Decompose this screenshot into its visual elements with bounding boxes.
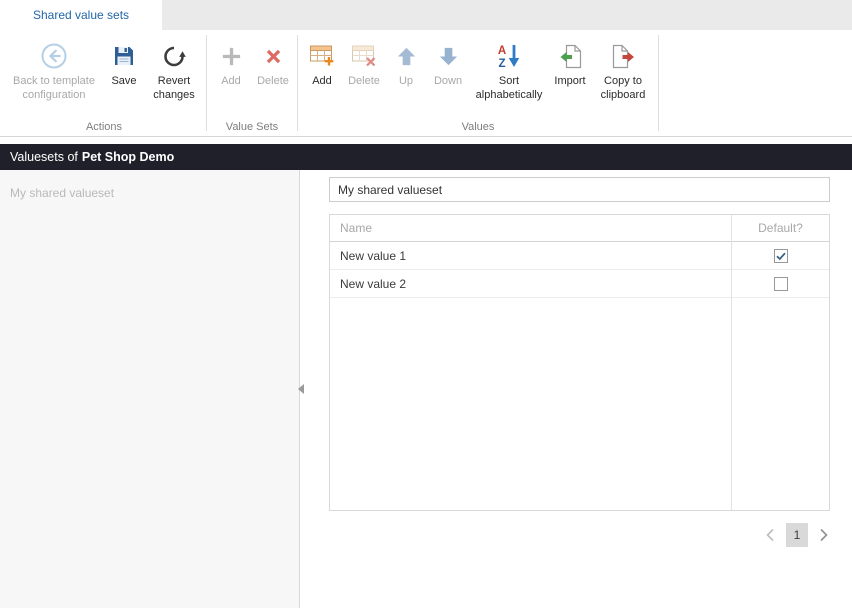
valueset-title-bar: Valuesets of Pet Shop Demo [0,144,852,170]
save-icon [112,39,136,73]
save-button[interactable]: Save [103,34,145,89]
sort-az-icon: A Z [495,39,523,73]
prev-page-icon[interactable] [764,527,777,543]
button-label: Back to template configuration [8,75,100,103]
table-delete-icon [351,39,377,73]
copy-clipboard-icon [611,39,636,73]
svg-text:Z: Z [498,58,505,69]
valueset-delete-button[interactable]: Delete [252,34,294,89]
button-label: Sort alphabetically [472,75,546,103]
check-icon [775,250,787,262]
ribbon: Back to template configuration Save [0,30,852,137]
value-row[interactable]: New value 2 [330,270,829,298]
plus-icon [220,39,243,73]
svg-text:A: A [498,45,506,57]
x-icon [262,39,285,73]
pagination: 1 [329,523,830,547]
import-button[interactable]: Import [549,34,591,89]
revert-changes-button[interactable]: Revert changes [145,34,203,103]
value-name-cell: New value 2 [330,277,732,291]
value-name-cell: New value 1 [330,249,732,263]
ribbon-group-values: Add Delete [298,30,658,136]
value-row[interactable]: New value 1 [330,242,829,270]
back-circle-icon [40,39,68,73]
button-label: Add [312,75,332,89]
table-header-row: Name Default? [330,215,829,242]
arrow-down-icon [437,39,460,73]
back-to-template-configuration-button[interactable]: Back to template configuration [5,34,103,103]
button-label: Save [111,75,136,89]
ribbon-group-label-actions: Actions [2,121,206,133]
button-label: Copy to clipboard [594,75,652,103]
content-area: My shared valueset Name Default? New val… [0,170,852,608]
values-table: Name Default? New value 1 New value 2 [329,214,830,511]
table-add-icon [309,39,335,73]
title-project-name: Pet Shop Demo [82,150,174,164]
spacer [0,137,852,144]
copy-to-clipboard-button[interactable]: Copy to clipboard [591,34,655,103]
values-delete-button[interactable]: Delete [343,34,385,89]
ribbon-group-value-sets: Add Delete Value Sets [207,30,297,136]
value-default-cell [732,249,829,263]
button-label: Revert changes [148,75,200,103]
next-page-icon[interactable] [817,527,830,543]
ribbon-tab-strip: Shared value sets [0,0,852,30]
valueset-list-item[interactable]: My shared valueset [0,182,299,204]
button-label: Down [434,75,462,89]
valueset-editor-panel: Name Default? New value 1 New value 2 [300,170,852,608]
column-header-name[interactable]: Name [330,221,732,235]
column-separator [731,215,732,510]
move-up-button[interactable]: Up [385,34,427,89]
default-checkbox[interactable] [774,249,788,263]
ribbon-group-label-value-sets: Value Sets [207,121,297,133]
ribbon-group-label-values: Values [298,121,658,133]
column-header-default[interactable]: Default? [732,221,829,235]
button-label: Up [399,75,413,89]
title-prefix: Valuesets of [10,150,78,164]
arrow-up-icon [395,39,418,73]
valueset-list-panel: My shared valueset [0,170,300,608]
ribbon-separator [658,35,659,131]
collapse-sidebar-handle[interactable] [296,379,305,399]
button-label: Import [554,75,585,89]
button-label: Delete [257,75,289,89]
valueset-item-label: My shared valueset [10,186,114,200]
default-checkbox[interactable] [774,277,788,291]
button-label: Delete [348,75,380,89]
move-down-button[interactable]: Down [427,34,469,89]
values-add-button[interactable]: Add [301,34,343,89]
tab-shared-value-sets[interactable]: Shared value sets [0,0,162,30]
sort-alphabetically-button[interactable]: A Z Sort alphabetically [469,34,549,103]
valueset-add-button[interactable]: Add [210,34,252,89]
page-number-button[interactable]: 1 [786,523,808,547]
revert-icon [162,39,186,73]
tab-label: Shared value sets [33,8,129,22]
value-default-cell [732,277,829,291]
button-label: Add [221,75,241,89]
ribbon-group-actions: Back to template configuration Save [2,30,206,136]
valueset-name-input[interactable] [329,177,830,202]
import-icon [558,39,583,73]
